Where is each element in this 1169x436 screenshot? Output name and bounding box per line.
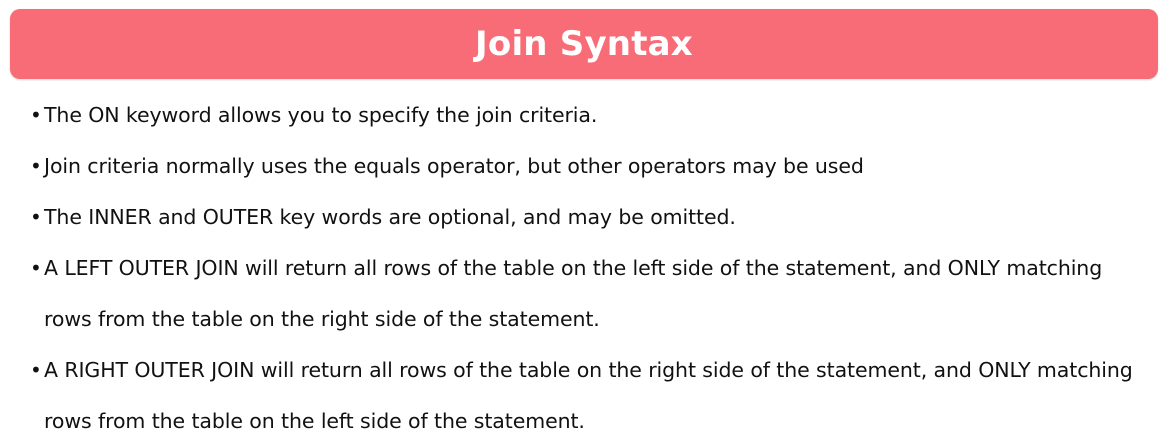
bullet-item: • The INNER and OUTER key words are opti…: [0, 192, 1169, 243]
bullet-dot-icon: •: [30, 256, 42, 280]
bullet-text: The INNER and OUTER key words are option…: [44, 205, 736, 229]
bullet-dot-icon: •: [30, 154, 42, 178]
bullet-list: • The ON keyword allows you to specify t…: [0, 90, 1169, 436]
bullet-item: • A LEFT OUTER JOIN will return all rows…: [0, 243, 1169, 345]
bullet-text: A LEFT OUTER JOIN will return all rows o…: [44, 256, 1103, 331]
slide: Join Syntax • The ON keyword allows you …: [0, 0, 1169, 436]
bullet-text: A RIGHT OUTER JOIN will return all rows …: [44, 358, 1133, 433]
title-bar: Join Syntax: [10, 9, 1158, 79]
bullet-dot-icon: •: [30, 358, 42, 382]
bullet-text: The ON keyword allows you to specify the…: [44, 103, 598, 127]
slide-title: Join Syntax: [475, 24, 693, 64]
bullet-text: Join criteria normally uses the equals o…: [44, 154, 864, 178]
bullet-dot-icon: •: [30, 103, 42, 127]
bullet-dot-icon: •: [30, 205, 42, 229]
bullet-item: • A RIGHT OUTER JOIN will return all row…: [0, 345, 1169, 436]
bullet-item: • Join criteria normally uses the equals…: [0, 141, 1169, 192]
bullet-item: • The ON keyword allows you to specify t…: [0, 90, 1169, 141]
